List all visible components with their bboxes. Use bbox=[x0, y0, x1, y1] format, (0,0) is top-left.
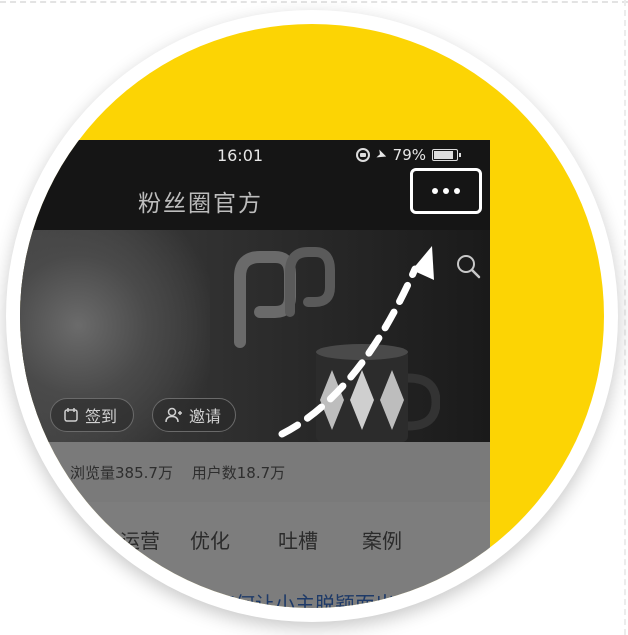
dashed-border-right bbox=[624, 0, 626, 635]
dashed-border-top bbox=[0, 1, 628, 3]
dashed-arrow bbox=[278, 246, 434, 438]
zoom-circle: 16:01 ➤ 79% 粉丝圈官方 签到 邀请 浏览量385.7万 用户数18.… bbox=[20, 24, 604, 608]
